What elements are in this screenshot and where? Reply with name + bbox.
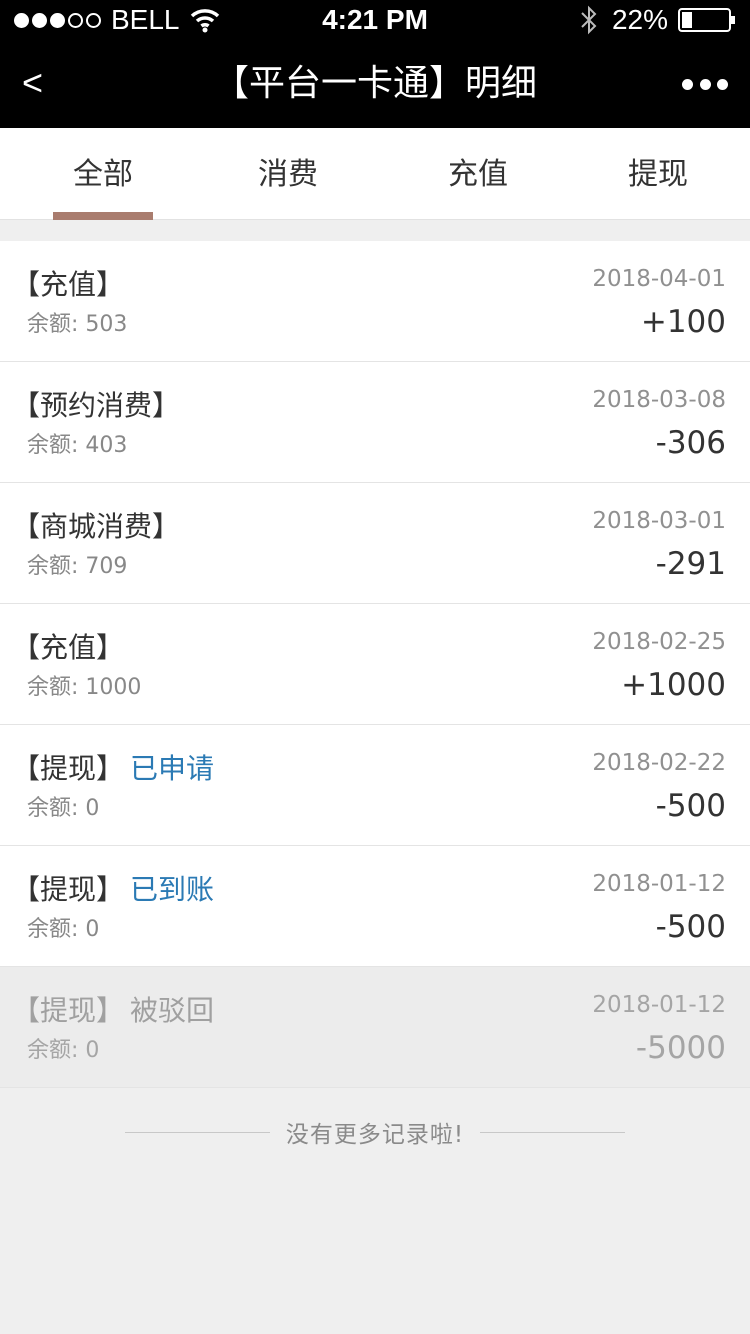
record-amount: +1000	[621, 667, 726, 703]
record-date: 2018-03-08	[592, 387, 726, 413]
filter-tabs: 全部 消费 充值 提现	[0, 128, 750, 220]
record-date: 2018-04-01	[592, 266, 726, 292]
list-item[interactable]: 【商城消费】 余额: 709 2018-03-01 -291	[0, 483, 750, 604]
active-tab-indicator	[53, 212, 153, 220]
record-balance: 余额: 0	[27, 1038, 100, 1063]
record-amount: -500	[655, 909, 726, 945]
record-date: 2018-01-12	[592, 871, 726, 897]
divider-right	[480, 1131, 626, 1133]
record-date: 2018-03-01	[592, 508, 726, 534]
tab-recharge[interactable]: 充值	[428, 128, 528, 220]
record-type-label: 【提现】	[12, 873, 125, 906]
tab-consume[interactable]: 消费	[238, 128, 338, 220]
record-balance: 余额: 0	[27, 796, 100, 821]
more-dot-icon	[717, 78, 728, 90]
record-balance: 余额: 0	[27, 917, 100, 942]
record-amount: -306	[655, 425, 726, 461]
record-type-label: 【商城消费】	[12, 510, 181, 543]
record-date: 2018-01-12	[592, 992, 726, 1018]
record-type: 【充值】	[12, 265, 130, 305]
more-options-button[interactable]	[682, 68, 728, 100]
record-balance: 余额: 503	[27, 312, 128, 337]
record-balance: 余额: 403	[27, 433, 128, 458]
list-item[interactable]: 【充值】 余额: 503 2018-04-01 +100	[0, 241, 750, 362]
list-item[interactable]: 【提现】 被驳回 余额: 0 2018-01-12 -5000	[0, 967, 750, 1088]
battery-percent: 22%	[611, 4, 668, 35]
record-status: 被驳回	[130, 994, 215, 1027]
record-amount: -5000	[635, 1030, 726, 1066]
record-type: 【预约消费】	[12, 386, 186, 426]
nav-bar: < 【平台一卡通】明细	[0, 40, 750, 128]
record-type-label: 【提现】	[12, 994, 125, 1027]
record-balance: 余额: 709	[27, 554, 128, 579]
tab-withdraw[interactable]: 提现	[608, 128, 708, 220]
record-type: 【充值】	[12, 628, 130, 668]
divider-left	[124, 1131, 270, 1133]
more-dot-icon	[682, 78, 693, 90]
record-type: 【商城消费】	[12, 507, 186, 547]
more-dot-icon	[699, 78, 711, 90]
status-bar: BELL 4:21 PM 22%	[0, 0, 750, 40]
record-type: 【提现】 被驳回	[12, 991, 214, 1031]
record-balance: 余额: 1000	[27, 675, 142, 700]
list-item[interactable]: 【提现】 已申请 余额: 0 2018-02-22 -500	[0, 725, 750, 846]
record-amount: +100	[640, 304, 726, 340]
status-right: 22%	[580, 4, 736, 36]
record-date: 2018-02-22	[592, 750, 726, 776]
list-item[interactable]: 【充值】 余额: 1000 2018-02-25 +1000	[0, 604, 750, 725]
record-amount: -291	[655, 546, 726, 582]
record-type: 【提现】 已申请	[12, 749, 214, 789]
record-date: 2018-02-25	[592, 629, 726, 655]
page-title: 【平台一卡通】明细	[212, 63, 537, 104]
record-status: 已申请	[130, 752, 215, 785]
list-item[interactable]: 【预约消费】 余额: 403 2018-03-08 -306	[0, 362, 750, 483]
records-list: 【充值】 余额: 503 2018-04-01 +100 【预约消费】 余额: …	[0, 241, 750, 1088]
record-status: 已到账	[130, 873, 215, 906]
tab-all[interactable]: 全部	[53, 128, 153, 220]
record-type-label: 【充值】	[12, 268, 125, 301]
record-type-label: 【预约消费】	[12, 389, 181, 422]
list-item[interactable]: 【提现】 已到账 余额: 0 2018-01-12 -500	[0, 846, 750, 967]
record-amount: -500	[655, 788, 726, 824]
record-type: 【提现】 已到账	[12, 870, 214, 910]
end-of-list-note: 没有更多记录啦!	[0, 1112, 750, 1152]
battery-icon	[678, 8, 735, 32]
record-type-label: 【提现】	[12, 752, 125, 785]
bluetooth-icon	[581, 5, 597, 35]
record-type-label: 【充值】	[12, 631, 125, 664]
end-of-list-text: 没有更多记录啦!	[285, 1122, 465, 1148]
